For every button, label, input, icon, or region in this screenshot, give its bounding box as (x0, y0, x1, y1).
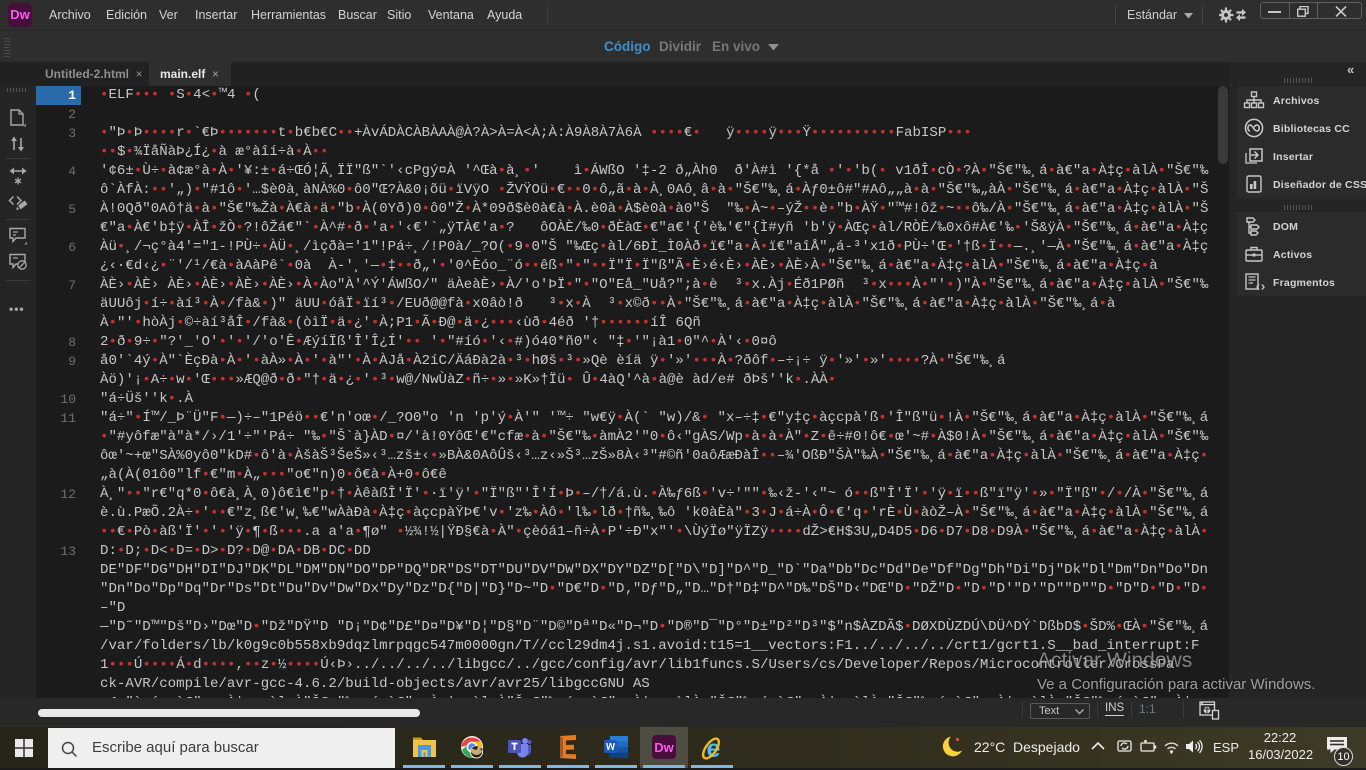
svg-text:Dw: Dw (654, 740, 674, 755)
